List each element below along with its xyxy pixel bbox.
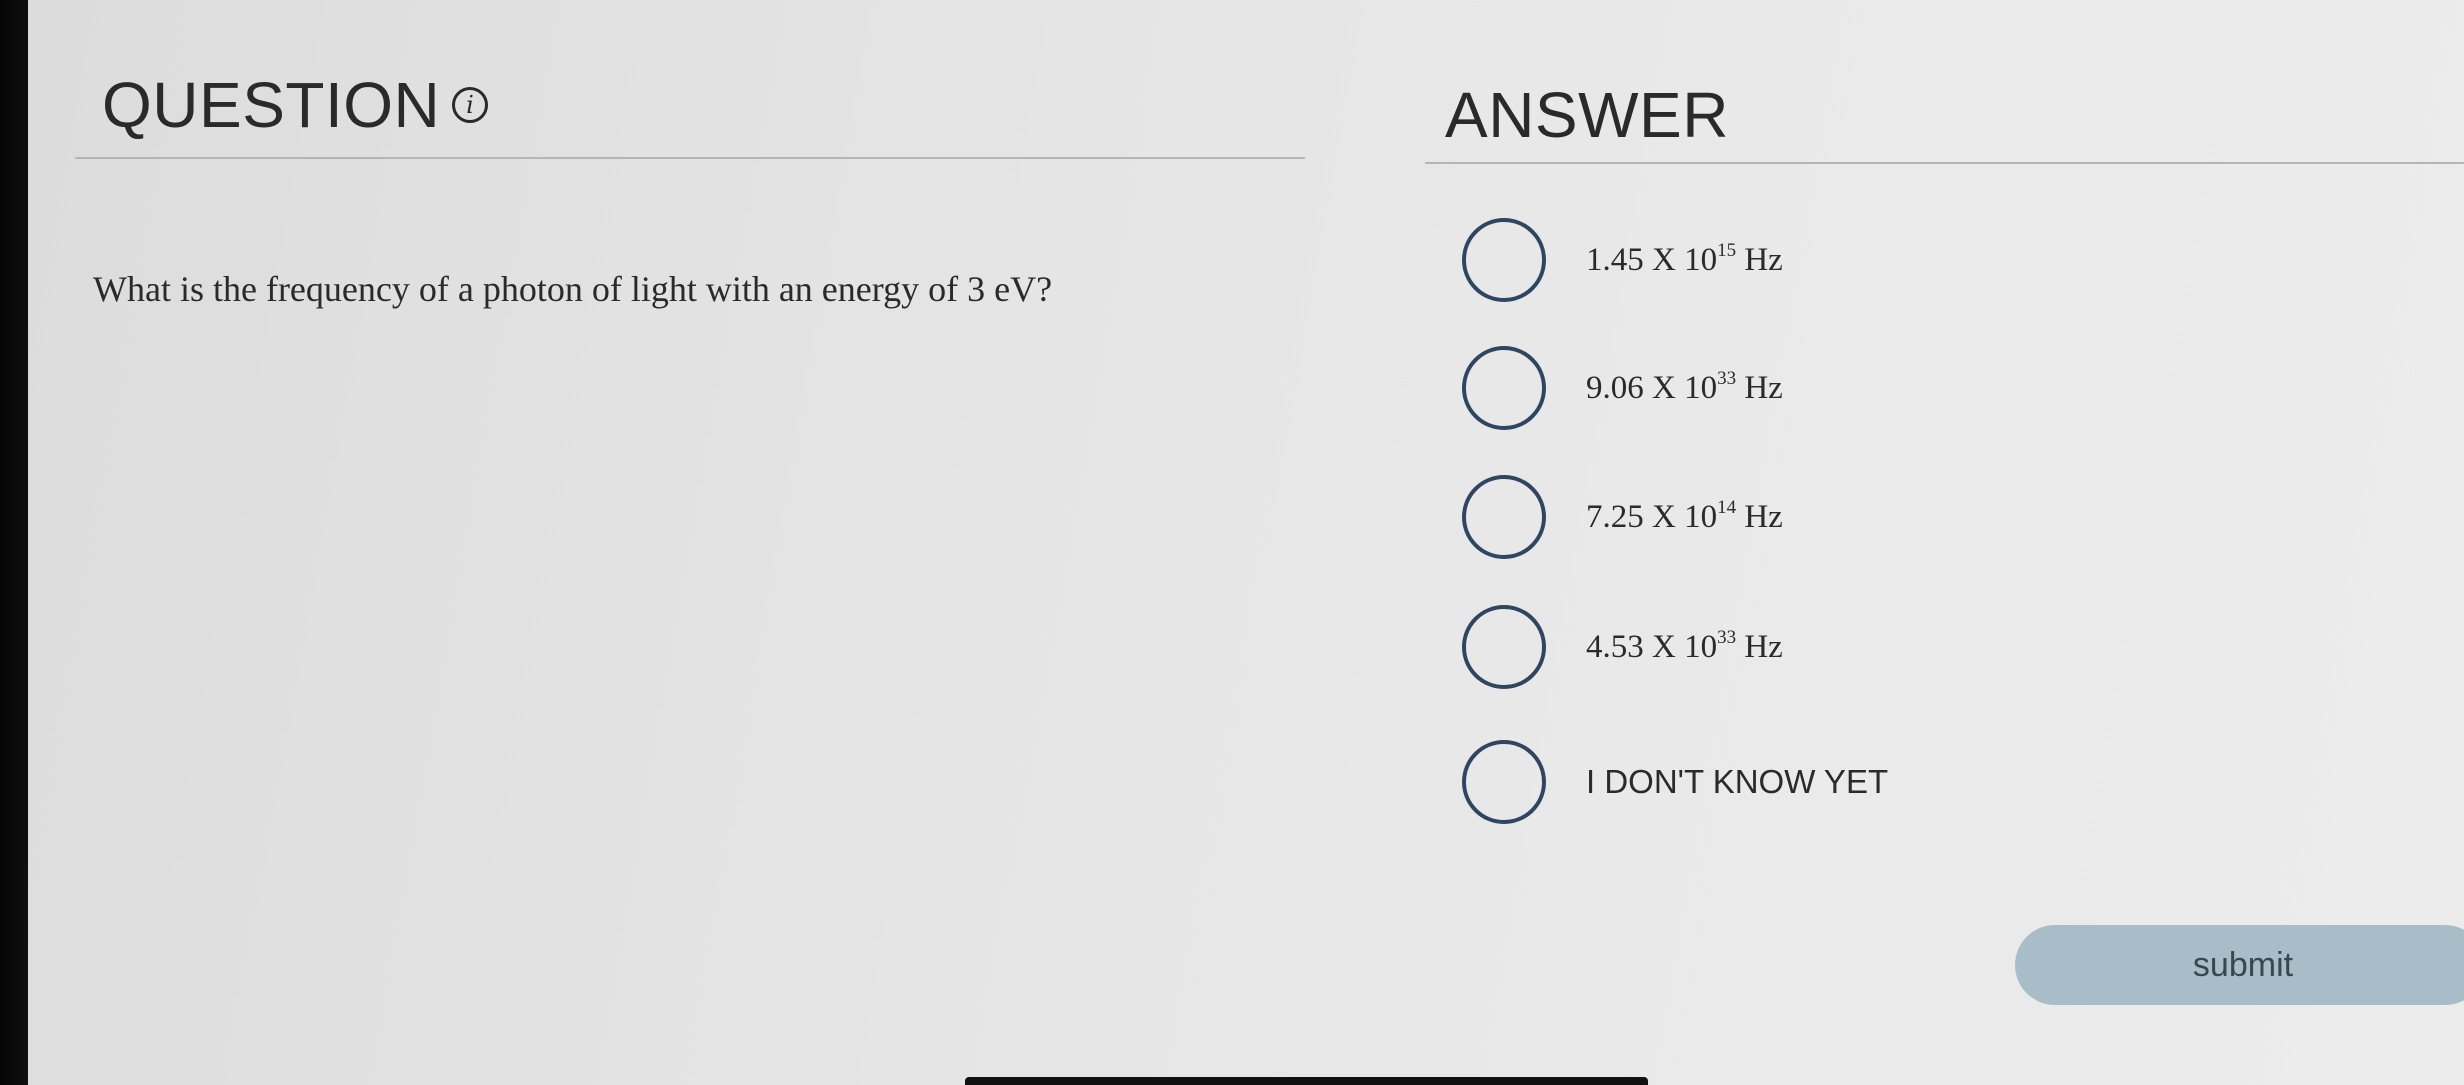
answer-option-label: 9.06 X 1033 Hz <box>1586 367 1783 406</box>
answer-option-1[interactable]: 1.45 X 1015 Hz <box>1462 218 1783 302</box>
answer-option-3[interactable]: 7.25 X 1014 Hz <box>1462 475 1783 559</box>
answer-option-label: 7.25 X 1014 Hz <box>1586 496 1783 535</box>
radio-button[interactable] <box>1462 346 1546 430</box>
radio-button[interactable] <box>1462 475 1546 559</box>
home-indicator <box>965 1077 1648 1085</box>
question-header: QUESTION i <box>102 68 489 142</box>
answer-option-label: 1.45 X 1015 Hz <box>1586 239 1783 278</box>
answer-option-5[interactable]: I DON'T KNOW YET <box>1462 740 1888 824</box>
question-header-label: QUESTION <box>102 69 441 141</box>
question-divider <box>75 157 1305 159</box>
submit-button[interactable]: submit <box>2015 925 2464 1005</box>
answer-option-label: I DON'T KNOW YET <box>1586 763 1889 800</box>
radio-button[interactable] <box>1462 740 1546 824</box>
answer-header-label: ANSWER <box>1445 79 1729 151</box>
answer-option-4[interactable]: 4.53 X 1033 Hz <box>1462 605 1783 689</box>
answer-option-label: 4.53 X 1033 Hz <box>1586 626 1783 665</box>
question-text: What is the frequency of a photon of lig… <box>93 269 1053 309</box>
answer-header: ANSWER <box>1445 78 1729 152</box>
answer-divider <box>1425 162 2464 164</box>
answer-option-2[interactable]: 9.06 X 1033 Hz <box>1462 346 1783 430</box>
radio-button[interactable] <box>1462 605 1546 689</box>
radio-button[interactable] <box>1462 218 1546 302</box>
info-icon[interactable]: i <box>452 87 489 123</box>
